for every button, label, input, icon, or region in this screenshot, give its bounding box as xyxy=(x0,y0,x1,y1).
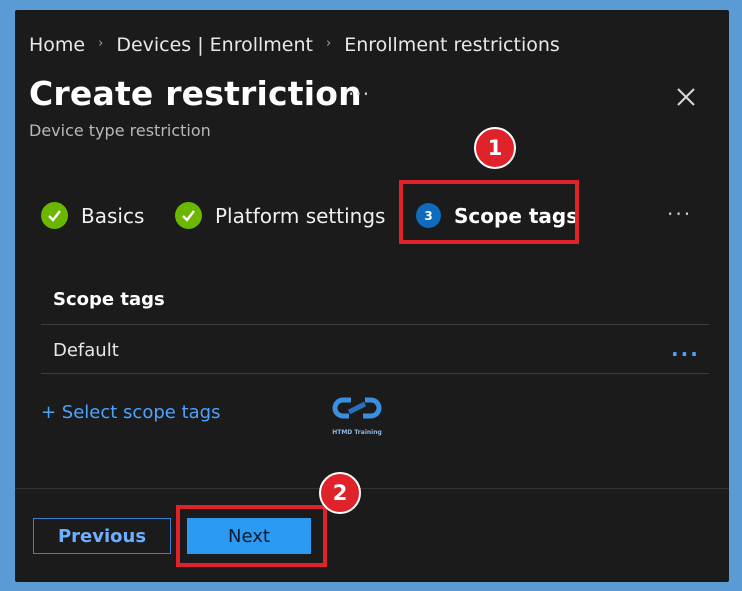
breadcrumb-home[interactable]: Home xyxy=(29,34,85,56)
chain-link-icon xyxy=(332,397,382,419)
section-title: Scope tags xyxy=(53,289,165,310)
chevron-right-icon: › xyxy=(325,35,332,51)
select-scope-tags-link[interactable]: + Select scope tags xyxy=(41,402,220,423)
more-options-icon[interactable]: ··· xyxy=(348,82,370,106)
more-options-icon[interactable]: ··· xyxy=(667,202,692,226)
footer-divider xyxy=(15,488,729,489)
annotation-badge: 1 xyxy=(474,127,516,169)
step-basics[interactable]: Basics xyxy=(41,202,144,229)
watermark-logo: HTMD Training xyxy=(329,392,385,440)
annotation-badge: 2 xyxy=(319,472,361,514)
breadcrumb-devices-enrollment[interactable]: Devices | Enrollment xyxy=(116,34,313,56)
divider xyxy=(41,324,709,325)
chevron-right-icon: › xyxy=(98,35,104,51)
previous-button[interactable]: Previous xyxy=(33,518,171,554)
create-restriction-panel: Home › Devices | Enrollment › Enrollment… xyxy=(15,10,729,582)
table-row: Default xyxy=(53,340,119,361)
close-icon[interactable] xyxy=(675,86,697,108)
breadcrumb: Home › Devices | Enrollment › Enrollment… xyxy=(29,34,560,56)
step-platform-settings[interactable]: Platform settings xyxy=(175,202,385,229)
divider xyxy=(41,373,709,374)
breadcrumb-enrollment-restrictions[interactable]: Enrollment restrictions xyxy=(344,34,560,56)
page-subtitle: Device type restriction xyxy=(29,121,211,140)
highlight-box-next xyxy=(176,505,327,567)
row-more-icon[interactable]: ··· xyxy=(671,342,700,366)
watermark-text: HTMD Training xyxy=(332,429,382,436)
check-circle-icon xyxy=(175,202,202,229)
step-label: Platform settings xyxy=(215,203,386,228)
page-title: Create restriction xyxy=(29,74,362,113)
highlight-box-scope-tags xyxy=(399,180,579,244)
step-label: Basics xyxy=(81,203,145,228)
check-circle-icon xyxy=(41,202,68,229)
